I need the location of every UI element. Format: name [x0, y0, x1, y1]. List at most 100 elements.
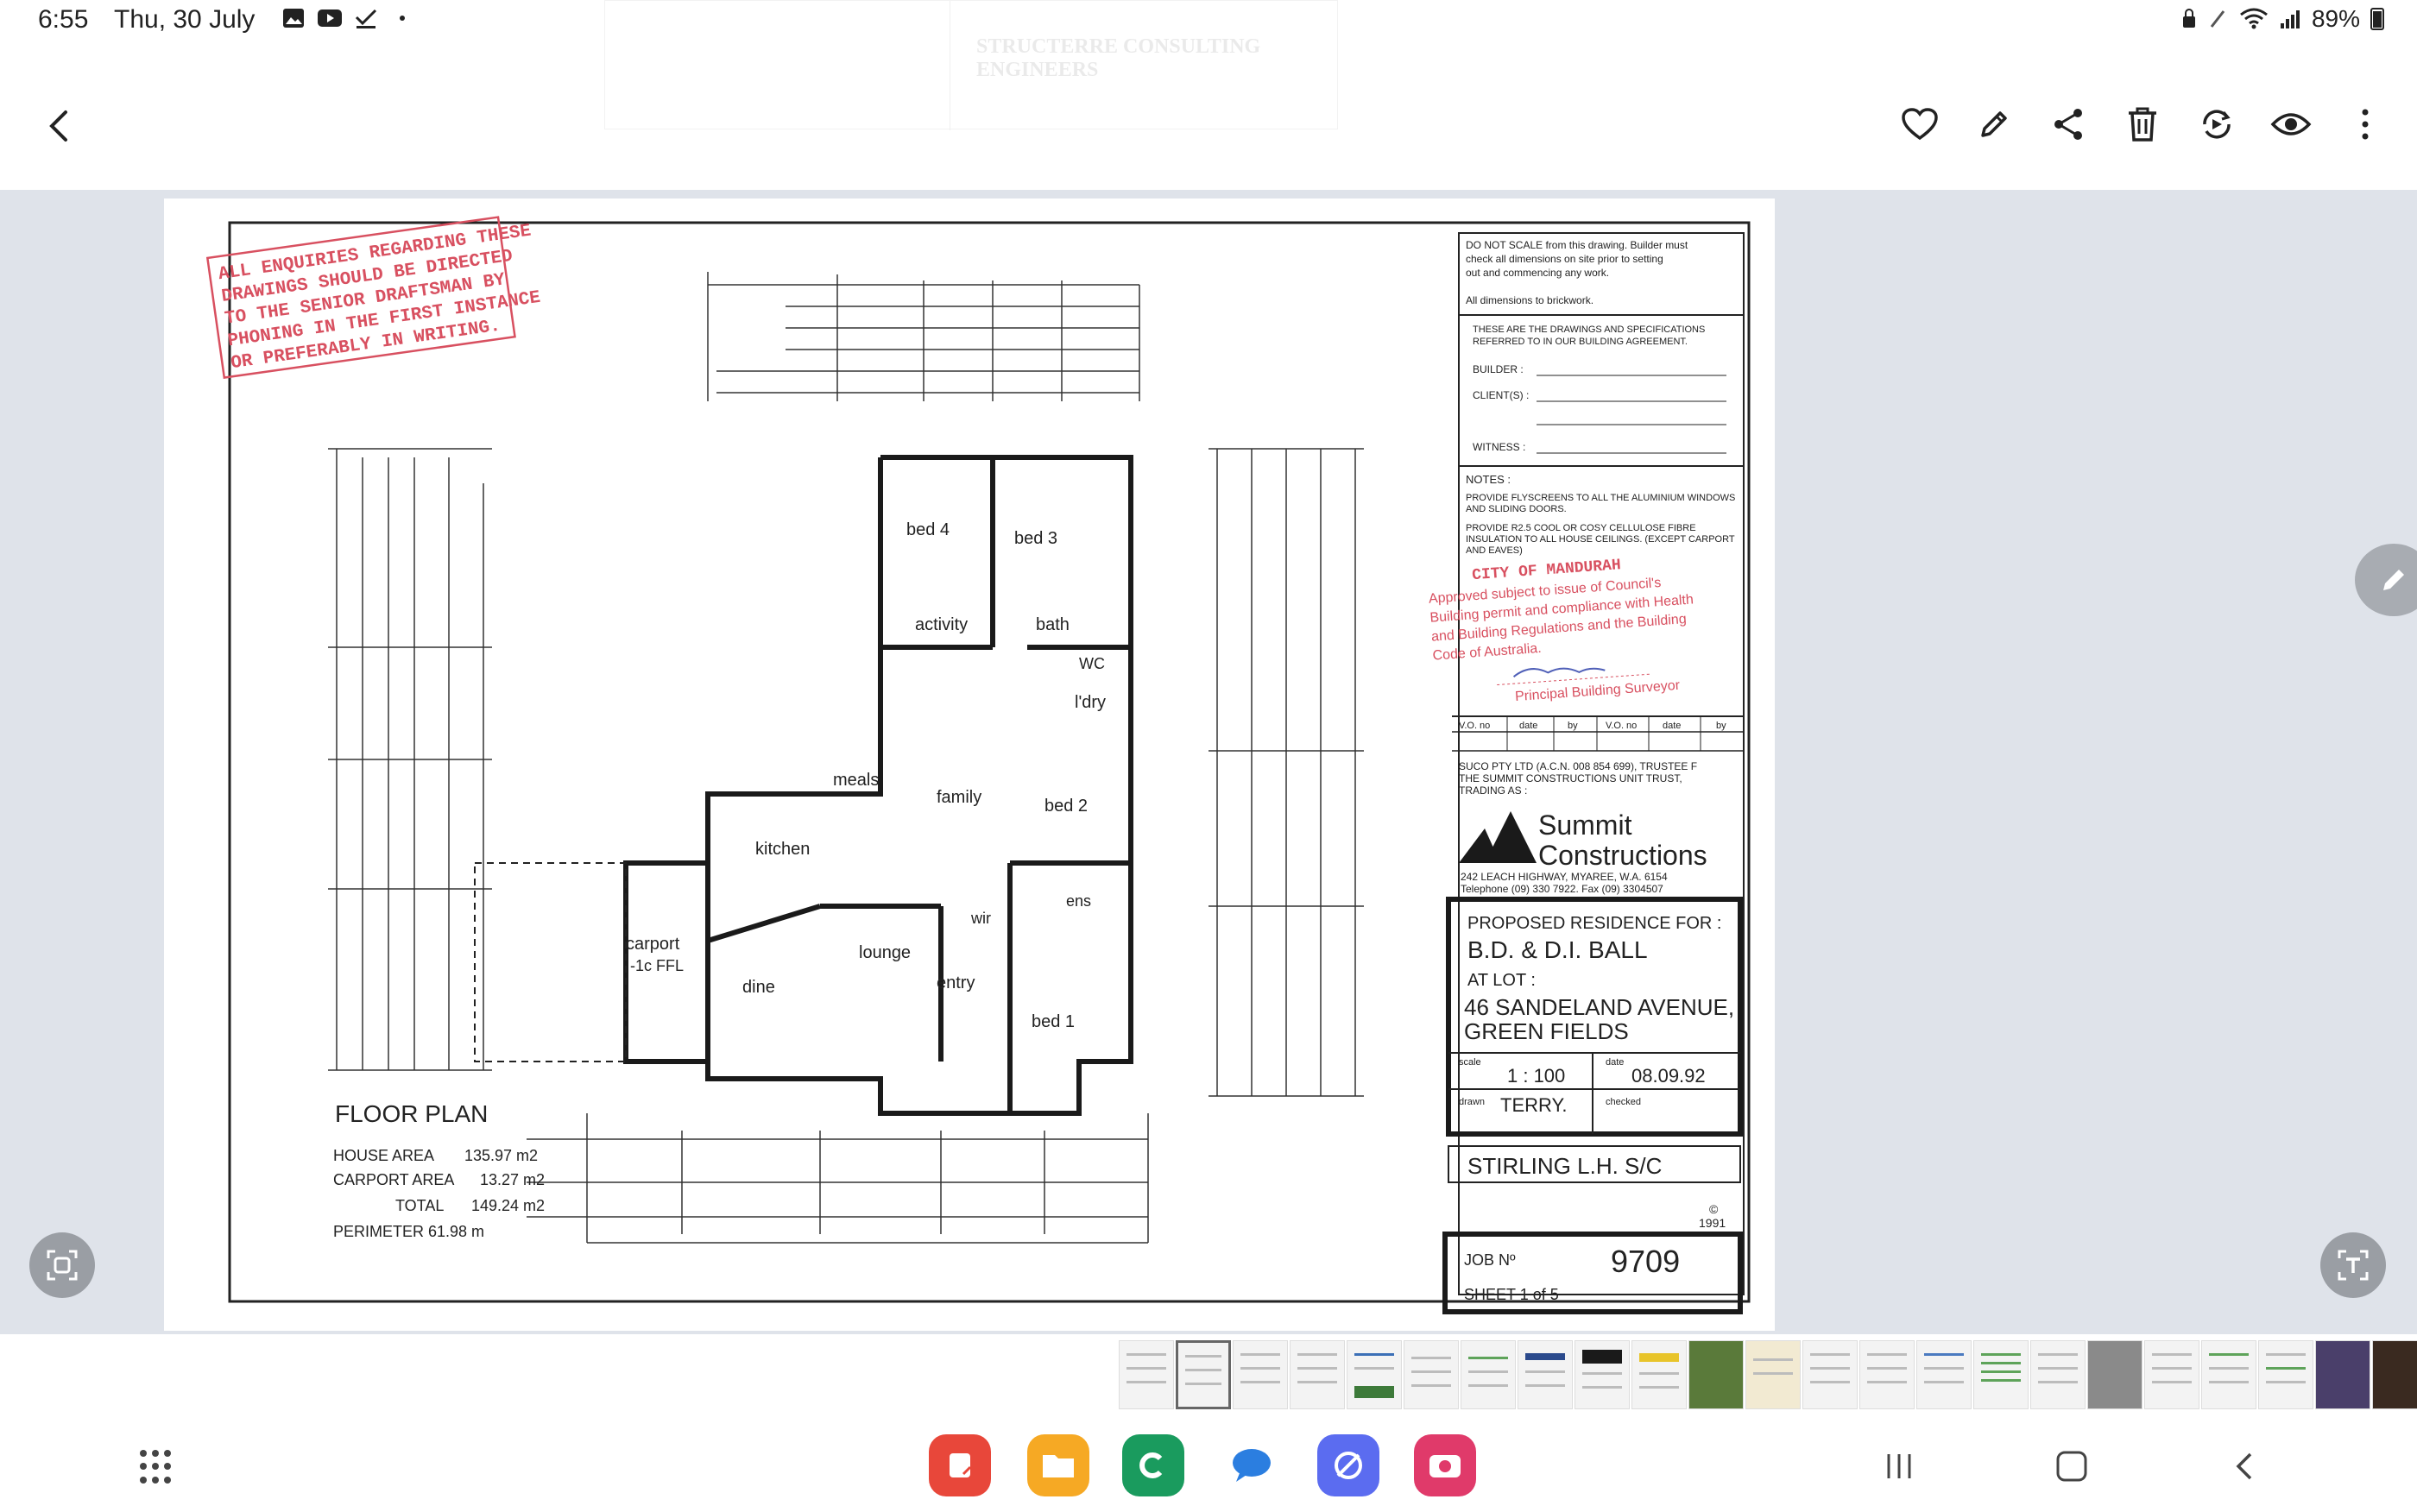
room-family: family — [937, 788, 981, 807]
scan-button[interactable] — [29, 1232, 95, 1298]
thumbnail[interactable] — [1575, 1340, 1630, 1409]
heart-icon — [1902, 108, 1938, 141]
delete-icon — [2129, 107, 2156, 142]
thumbnail[interactable] — [1745, 1340, 1801, 1409]
witness-label: WITNESS : — [1473, 441, 1525, 453]
share-button[interactable] — [2042, 98, 2094, 150]
viewer-toolbar — [0, 83, 2417, 178]
signal-icon — [2280, 10, 2300, 28]
delete-button[interactable] — [2117, 98, 2168, 150]
room-bed-1: bed 1 — [1032, 1012, 1075, 1031]
copyright-year: 1991 — [1699, 1216, 1726, 1230]
room-activity: activity — [915, 615, 968, 634]
status-date: Thu, 30 July — [114, 5, 256, 34]
back-nav-icon — [2236, 1452, 2252, 1480]
sheet-number: SHEET 1 of 5 — [1464, 1286, 1559, 1303]
thumbnail[interactable] — [2087, 1340, 2142, 1409]
edit-button[interactable] — [1968, 98, 2020, 150]
address-line-1: 46 SANDELAND AVENUE, — [1464, 994, 1734, 1020]
back-icon — [49, 110, 67, 142]
company-line-1: SUCO PTY LTD (A.C.N. 008 854 699), TRUST… — [1459, 760, 1697, 772]
carport-area-label: CARPORT AREA — [333, 1171, 454, 1188]
messages-app-icon[interactable] — [1221, 1434, 1283, 1496]
floor-plan-document[interactable]: ALL ENQUIRIES REGARDING THESE DRAWINGS S… — [164, 198, 1775, 1331]
vo-header-2: date — [1519, 721, 1537, 731]
files-app-icon[interactable] — [1027, 1434, 1089, 1496]
thumbnail[interactable] — [1518, 1340, 1573, 1409]
youtube-icon — [317, 7, 343, 31]
notes-app-icon[interactable] — [929, 1434, 991, 1496]
thumbnail-strip — [1119, 1340, 2417, 1409]
total-area-value: 149.24 m2 — [471, 1197, 545, 1214]
navigation-dock — [0, 1424, 2417, 1512]
thumbnail[interactable] — [1916, 1340, 1972, 1409]
thumbnail-current[interactable] — [1176, 1340, 1231, 1409]
carport-outline — [474, 862, 627, 1062]
battery-percent: 89% — [2311, 5, 2360, 32]
text-extract-button[interactable] — [2320, 1232, 2386, 1298]
room-wir: wir — [970, 910, 991, 927]
builder-label: BUILDER : — [1473, 363, 1524, 375]
agreement-line-1: THESE ARE THE DRAWINGS AND SPECIFICATION… — [1473, 324, 1705, 335]
company-line-3: TRADING AS : — [1459, 784, 1527, 797]
room-dine: dine — [742, 978, 775, 997]
thumbnail[interactable] — [2315, 1340, 2370, 1409]
recents-icon — [1887, 1454, 1911, 1478]
date-value: 08.09.92 — [1631, 1065, 1706, 1087]
thumbnail[interactable] — [1461, 1340, 1516, 1409]
phone-app-icon[interactable] — [1122, 1434, 1184, 1496]
room-ensuite: ens — [1066, 892, 1091, 910]
thumbnail[interactable] — [1859, 1340, 1915, 1409]
thumbnail[interactable] — [2201, 1340, 2256, 1409]
thumbnail[interactable] — [1631, 1340, 1687, 1409]
perimeter: PERIMETER 61.98 m — [333, 1223, 484, 1240]
room-labels: bed 4 bed 3 activity bath WC l'dry meals… — [626, 520, 1106, 1031]
thumbnail[interactable] — [1973, 1340, 2029, 1409]
scan-icon — [47, 1250, 78, 1281]
note-dimensions: All dimensions to brickwork. — [1466, 294, 1593, 306]
room-wc: WC — [1079, 655, 1105, 672]
floor-plan-drawing: ALL ENQUIRIES REGARDING THESE DRAWINGS S… — [205, 216, 1751, 1314]
more-options-button[interactable] — [2339, 98, 2391, 150]
view-button[interactable] — [2265, 98, 2317, 150]
home-button[interactable] — [2046, 1445, 2098, 1488]
room-kitchen: kitchen — [755, 840, 810, 859]
carport-area-value: 13.27 m2 — [480, 1171, 545, 1188]
internet-app-icon[interactable] — [1317, 1434, 1379, 1496]
back-nav-button[interactable] — [2218, 1445, 2270, 1488]
thumbnail[interactable] — [1802, 1340, 1858, 1409]
vo-header-4: V.O. no — [1606, 721, 1637, 731]
thumbnail[interactable] — [1404, 1340, 1459, 1409]
design-name: STIRLING L.H. S/C — [1467, 1153, 1662, 1179]
floor-plan-summary: FLOOR PLAN HOUSE AREA 135.97 m2 CARPORT … — [333, 1100, 545, 1240]
back-button[interactable] — [35, 100, 86, 152]
thumbnail[interactable] — [2372, 1340, 2417, 1409]
thumbnail[interactable] — [2144, 1340, 2199, 1409]
apps-grid-icon[interactable] — [140, 1450, 174, 1484]
thumbnail[interactable] — [2258, 1340, 2313, 1409]
camera-app-icon[interactable] — [1414, 1434, 1476, 1496]
text-extract-icon — [2338, 1250, 2369, 1281]
remaster-button[interactable] — [2191, 98, 2243, 150]
proposed-label: PROPOSED RESIDENCE FOR : — [1467, 914, 1722, 933]
room-meals: meals — [833, 771, 879, 790]
left-dimensions — [328, 448, 492, 1071]
top-dimensions — [707, 272, 1140, 401]
council-approval-4: Code of Australia. — [1432, 641, 1542, 664]
thumbnail[interactable] — [1688, 1340, 1744, 1409]
favorite-button[interactable] — [1894, 98, 1946, 150]
note-line-4: INSULATION TO ALL HOUSE CEILINGS. (EXCEP… — [1466, 534, 1735, 545]
share-icon — [2054, 109, 2082, 140]
room-lounge: lounge — [859, 943, 911, 962]
thumbnail[interactable] — [2030, 1340, 2086, 1409]
room-bed-3: bed 3 — [1014, 529, 1057, 548]
gallery-icon — [281, 7, 306, 31]
thumbnail[interactable] — [1119, 1340, 1174, 1409]
thumbnail[interactable] — [1347, 1340, 1402, 1409]
thumbnail[interactable] — [1233, 1340, 1288, 1409]
note-do-not-scale-3: out and commencing any work. — [1466, 267, 1609, 279]
thumbnail[interactable] — [1290, 1340, 1345, 1409]
recents-button[interactable] — [1873, 1445, 1925, 1488]
room-carport: carport — [626, 935, 680, 954]
house-area-value: 135.97 m2 — [464, 1147, 538, 1164]
